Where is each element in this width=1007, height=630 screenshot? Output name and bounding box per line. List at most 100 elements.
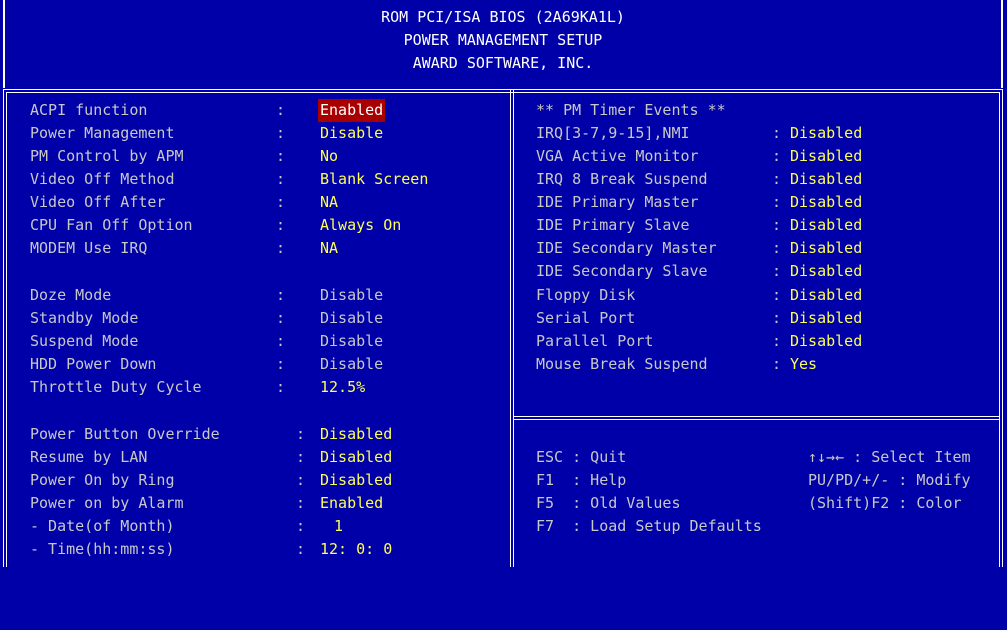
help-modify: PU/PD/+/- : Modify	[808, 471, 971, 489]
colon: :	[772, 193, 782, 211]
setting-label: - Time(hh:mm:ss)	[30, 540, 175, 558]
setting-parallel-port[interactable]: Parallel Port : Disabled	[0, 330, 862, 353]
setting-value[interactable]: Disabled	[788, 191, 864, 214]
setting-label: Serial Port	[536, 309, 636, 327]
setting-value[interactable]: No	[318, 145, 340, 168]
setting-label: IRQ[3-7,9-15],NMI	[536, 124, 690, 142]
colon: :	[772, 216, 782, 234]
setting-value[interactable]: NA	[318, 191, 340, 214]
setting-label: HDD Power Down	[30, 355, 157, 373]
setting-alarm-time[interactable]: - Time(hh:mm:ss) : 12: 0: 0	[0, 538, 392, 561]
setting-serial-port[interactable]: Serial Port : Disabled	[0, 307, 862, 330]
help-f7-load-defaults: F7 : Load Setup Defaults	[536, 517, 762, 535]
setting-value[interactable]: Disabled	[788, 145, 864, 168]
setting-value[interactable]: Disabled	[788, 284, 864, 307]
setting-label: IDE Primary Slave	[536, 216, 690, 234]
setting-vga-active-monitor[interactable]: VGA Active Monitor : Disabled	[0, 145, 862, 168]
colon: :	[276, 170, 286, 188]
setting-ide-secondary-master[interactable]: IDE Secondary Master : Disabled	[0, 237, 862, 260]
colon: :	[772, 355, 782, 373]
setting-power-on-by-ring[interactable]: Power On by Ring : Disabled	[0, 469, 392, 492]
setting-alarm-date[interactable]: - Date(of Month) : 1	[0, 515, 343, 538]
setting-mouse-break-suspend[interactable]: Mouse Break Suspend : Yes	[0, 353, 817, 376]
setting-value[interactable]: Disabled	[788, 260, 864, 283]
setting-value[interactable]: NA	[318, 237, 340, 260]
setting-ide-secondary-slave[interactable]: IDE Secondary Slave : Disabled	[0, 260, 862, 283]
setting-value[interactable]: Disable	[318, 122, 385, 145]
colon: :	[772, 332, 782, 350]
colon: :	[276, 378, 286, 396]
bios-title: ROM PCI/ISA BIOS (2A69KA1L)	[381, 8, 625, 26]
column-divider	[510, 89, 514, 567]
setting-value[interactable]: Disable	[318, 307, 385, 330]
setting-floppy-disk[interactable]: Floppy Disk : Disabled	[0, 284, 862, 307]
setup-page-title: POWER MANAGEMENT SETUP	[403, 31, 603, 49]
setting-label: Suspend Mode	[30, 332, 139, 350]
setting-label: Throttle Duty Cycle	[30, 378, 202, 396]
bios-header: ROM PCI/ISA BIOS (2A69KA1L) POWER MANAGE…	[3, 0, 1003, 88]
colon: :	[276, 332, 286, 350]
section-title: ** PM Timer Events **	[536, 101, 726, 119]
setting-label: Power On by Ring	[30, 471, 175, 489]
setting-value[interactable]: Enabled	[318, 99, 386, 122]
setting-irq-nmi[interactable]: IRQ[3-7,9-15],NMI : Disabled	[0, 122, 862, 145]
setting-value[interactable]: Disabled	[318, 423, 394, 446]
setting-power-on-by-alarm[interactable]: Power on by Alarm : Enabled	[0, 492, 383, 515]
setting-label: MODEM Use IRQ	[30, 239, 148, 257]
setting-value[interactable]: Disabled	[788, 237, 864, 260]
setting-value[interactable]: Disable	[318, 330, 385, 353]
setting-irq8-break-suspend[interactable]: IRQ 8 Break Suspend : Disabled	[0, 168, 862, 191]
setting-label: Doze Mode	[30, 286, 112, 304]
setting-value[interactable]: 12: 0: 0	[318, 538, 394, 561]
help-f1-help: F1 : Help	[536, 471, 627, 489]
colon: :	[296, 471, 306, 489]
help-esc-quit: ESC : Quit	[536, 448, 627, 466]
colon: :	[276, 309, 286, 327]
colon: :	[296, 540, 306, 558]
setting-value[interactable]: Disabled	[318, 469, 394, 492]
setting-value[interactable]: 12.5%	[318, 376, 367, 399]
setting-value[interactable]: Disabled	[788, 122, 864, 145]
colon: :	[276, 147, 286, 165]
setting-value[interactable]: Enabled	[318, 492, 385, 515]
setting-ide-primary-master[interactable]: IDE Primary Master : Disabled	[0, 191, 862, 214]
setting-label: Mouse Break Suspend	[536, 355, 708, 373]
setting-value[interactable]: Always On	[318, 214, 403, 237]
setting-label: Power on by Alarm	[30, 494, 184, 512]
colon: :	[772, 147, 782, 165]
colon: :	[296, 448, 306, 466]
colon: :	[276, 239, 286, 257]
setting-value[interactable]: Disable	[318, 284, 385, 307]
setting-label: ACPI function	[30, 101, 148, 119]
colon: :	[772, 286, 782, 304]
setting-label: IDE Secondary Slave	[536, 262, 708, 280]
setting-label: Standby Mode	[30, 309, 139, 327]
colon: :	[276, 193, 286, 211]
colon: :	[276, 101, 286, 119]
setting-label: Floppy Disk	[536, 286, 636, 304]
colon: :	[772, 124, 782, 142]
setting-label: Power Management	[30, 124, 175, 142]
colon: :	[276, 355, 286, 373]
setting-value[interactable]: Disabled	[788, 214, 864, 237]
setting-label: - Date(of Month)	[30, 517, 175, 535]
colon: :	[276, 286, 286, 304]
setting-ide-primary-slave[interactable]: IDE Primary Slave : Disabled	[0, 214, 862, 237]
setting-value[interactable]: Blank Screen	[318, 168, 430, 191]
setting-value[interactable]: Disabled	[318, 446, 394, 469]
colon: :	[276, 124, 286, 142]
setting-value[interactable]: Disabled	[788, 330, 864, 353]
setting-value[interactable]: Disabled	[788, 307, 864, 330]
setting-label: Video Off Method	[30, 170, 175, 188]
help-color: (Shift)F2 : Color	[808, 494, 962, 512]
setting-resume-by-lan[interactable]: Resume by LAN : Disabled	[0, 446, 392, 469]
colon: :	[772, 170, 782, 188]
colon: :	[772, 262, 782, 280]
setting-label: Power Button Override	[30, 425, 220, 443]
setting-value[interactable]: Disabled	[788, 168, 864, 191]
setting-label: IRQ 8 Break Suspend	[536, 170, 708, 188]
setting-value[interactable]: 1	[332, 515, 345, 538]
setting-value[interactable]: Yes	[788, 353, 819, 376]
setting-value[interactable]: Disable	[318, 353, 385, 376]
setting-label: IDE Primary Master	[536, 193, 699, 211]
